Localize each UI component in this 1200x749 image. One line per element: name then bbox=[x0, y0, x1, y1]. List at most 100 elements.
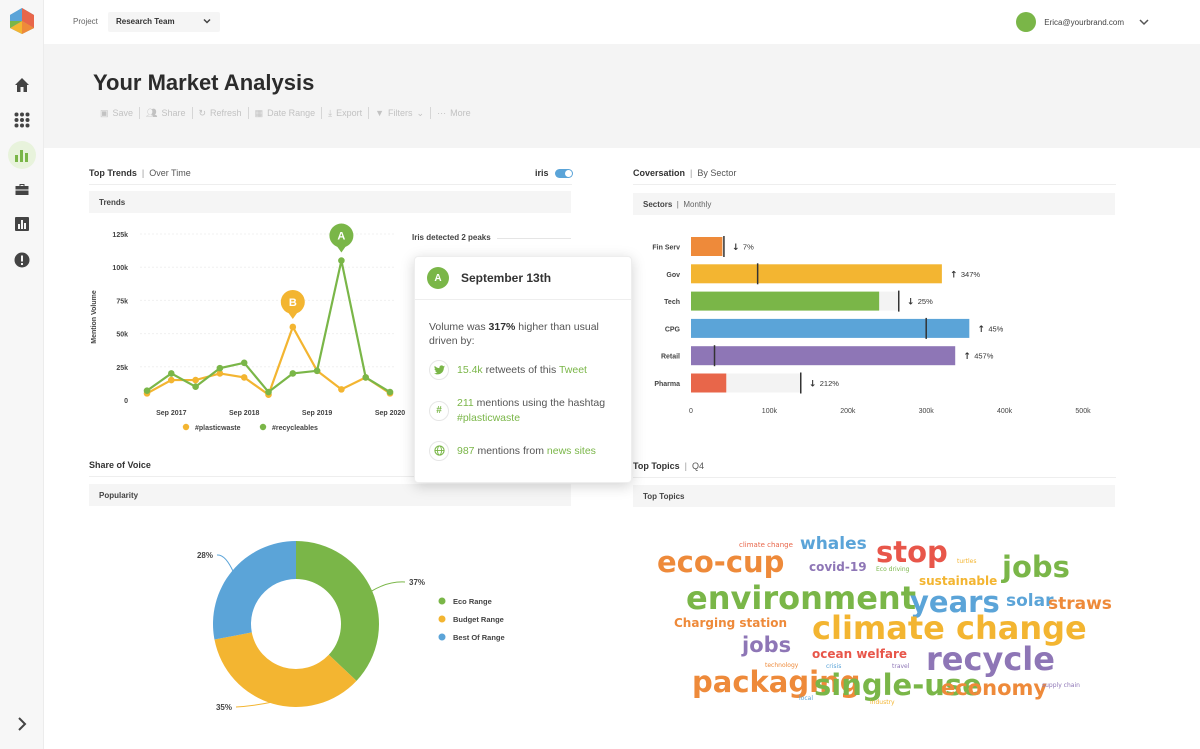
y-tick-label: 75k bbox=[116, 298, 128, 305]
topic-word[interactable]: local bbox=[799, 696, 813, 702]
topic-word[interactable]: Charging station bbox=[674, 617, 787, 629]
topic-word[interactable]: solar bbox=[1006, 593, 1053, 610]
nav-analytics[interactable] bbox=[8, 141, 36, 169]
series-line-plasticwaste bbox=[146, 324, 391, 397]
hashtag-link[interactable]: #plasticwaste bbox=[457, 412, 520, 424]
user-menu[interactable]: Erica@yourbrand.com bbox=[1016, 12, 1150, 32]
nav-home[interactable] bbox=[10, 73, 34, 97]
brand-logo[interactable] bbox=[9, 7, 35, 35]
legend-swatch bbox=[438, 633, 446, 641]
topic-word[interactable]: economy bbox=[941, 678, 1047, 699]
topic-word[interactable]: whales bbox=[800, 536, 867, 553]
bar-gov bbox=[691, 264, 942, 284]
refresh-button[interactable]: ↻ Refresh bbox=[193, 108, 248, 119]
tooltip-intro: Volume was 317% higher than usual driven… bbox=[429, 321, 599, 348]
arrow-down-icon: ↓ bbox=[809, 380, 817, 390]
y-tick-label: 25k bbox=[116, 365, 128, 372]
tooltip-header: A September 13th bbox=[415, 257, 631, 300]
more-button[interactable]: ··· More bbox=[431, 108, 477, 118]
slice-eco-range bbox=[296, 541, 379, 681]
legend-label: Eco Range bbox=[453, 597, 492, 606]
legend-label: #recycleables bbox=[272, 425, 318, 432]
data-point bbox=[192, 376, 199, 384]
y-tick-label: 125k bbox=[112, 232, 128, 239]
bar-pharma bbox=[691, 373, 727, 393]
topic-word[interactable]: turtles bbox=[957, 559, 976, 565]
legend-label: Best Of Range bbox=[453, 633, 505, 642]
page-title: Your Market Analysis bbox=[93, 70, 315, 95]
bar-cpg bbox=[691, 318, 970, 338]
data-point bbox=[265, 388, 272, 396]
sidebar-expand-button[interactable] bbox=[10, 712, 34, 736]
sector-panel-title: Coversation | By Sector bbox=[633, 168, 737, 178]
tooltip-row: 15.4k retweets of this Tweet bbox=[429, 360, 617, 381]
save-button[interactable]: ▣ Save bbox=[94, 108, 139, 119]
twitter-icon bbox=[429, 360, 449, 381]
topics-panel-title: Top Topics | Q4 bbox=[633, 461, 705, 471]
arrow-up-icon: ↑ bbox=[977, 325, 985, 335]
news-sites-link[interactable]: news sites bbox=[547, 445, 596, 457]
change-label: 25% bbox=[918, 297, 933, 306]
nav-briefcase[interactable] bbox=[10, 177, 34, 201]
divider bbox=[497, 238, 571, 239]
topic-word[interactable]: jobs bbox=[1002, 553, 1070, 582]
legend-label: Budget Range bbox=[453, 615, 504, 624]
trends-panel-title: Top Trends | Over Time bbox=[89, 168, 191, 178]
tooltip-body: Volume was 317% higher than usual driven… bbox=[415, 300, 631, 461]
topic-word[interactable]: covid-19 bbox=[809, 561, 867, 573]
grid-icon bbox=[14, 112, 30, 128]
slice-budget-range bbox=[214, 632, 357, 707]
nav-apps[interactable] bbox=[10, 108, 34, 132]
chevron-down-icon bbox=[203, 18, 211, 24]
globe-icon bbox=[429, 440, 449, 461]
iris-label: iris bbox=[535, 168, 549, 178]
peak-marker-A: A bbox=[329, 223, 354, 253]
bar-fin-serv bbox=[691, 237, 723, 256]
slice-label: 28% bbox=[197, 551, 213, 560]
x-tick-label: Sep 2019 bbox=[302, 410, 332, 417]
briefcase-icon bbox=[15, 184, 29, 195]
slice-label: 37% bbox=[409, 578, 425, 587]
series-line-recycleables bbox=[146, 260, 391, 394]
y-tick-label: 0 bbox=[124, 398, 128, 405]
data-point bbox=[168, 376, 175, 384]
refresh-icon: ↻ bbox=[198, 107, 207, 118]
peaks-note: Iris detected 2 peaks bbox=[412, 233, 491, 242]
nav-alerts[interactable] bbox=[10, 248, 34, 272]
tweet-link[interactable]: Tweet bbox=[559, 364, 587, 376]
topic-word[interactable]: jobs bbox=[742, 635, 791, 656]
project-select[interactable]: Research Team bbox=[108, 12, 220, 32]
filters-button[interactable]: ▼ Filters ⌄ bbox=[369, 108, 430, 119]
save-icon: ▣ bbox=[100, 107, 109, 118]
data-point bbox=[362, 374, 370, 381]
slice-best-of-range bbox=[213, 541, 296, 640]
report-icon bbox=[15, 217, 29, 231]
topic-word[interactable]: eco-cup bbox=[657, 548, 784, 577]
peak-marker-label: B bbox=[289, 297, 297, 309]
bar-retail bbox=[691, 346, 956, 366]
trends-line-chart: 0 25k 50k 75k 100k 125k Mention Volume Sep 2017… bbox=[91, 223, 405, 432]
sector-subbar: Sectors | Monthly bbox=[633, 193, 1115, 215]
category-label: Tech bbox=[664, 299, 680, 306]
topic-word[interactable]: industry bbox=[870, 700, 895, 706]
nav-reports[interactable] bbox=[10, 212, 34, 236]
top-bar: Project Research Team Erica@yourbrand.co… bbox=[44, 0, 1200, 44]
peak-marker-B: B bbox=[280, 289, 305, 319]
legend-swatch bbox=[438, 597, 446, 605]
topic-word[interactable]: stop bbox=[876, 538, 948, 567]
share-button[interactable]: 👥︎ Share bbox=[140, 108, 191, 119]
sidebar bbox=[0, 0, 44, 749]
x-tick-label: 500k bbox=[1075, 408, 1091, 415]
topic-word[interactable]: ocean welfare bbox=[812, 648, 907, 660]
target-gap bbox=[726, 373, 801, 393]
topic-word[interactable]: Eco driving bbox=[876, 567, 909, 573]
data-point bbox=[240, 359, 248, 367]
topic-word[interactable]: supply chain bbox=[1042, 683, 1080, 689]
date-range-button[interactable]: ▦ Date Range bbox=[249, 108, 322, 119]
toolbar: ▣ Save 👥︎ Share ↻ Refresh ▦ Date Range ⤓ Expo… bbox=[94, 107, 477, 119]
export-button[interactable]: ⤓ Export bbox=[322, 108, 368, 119]
iris-toggle[interactable] bbox=[555, 169, 573, 178]
tooltip-date: September 13th bbox=[461, 271, 552, 285]
bar-chart-icon bbox=[15, 150, 28, 162]
arrow-down-icon: ↓ bbox=[907, 298, 915, 308]
